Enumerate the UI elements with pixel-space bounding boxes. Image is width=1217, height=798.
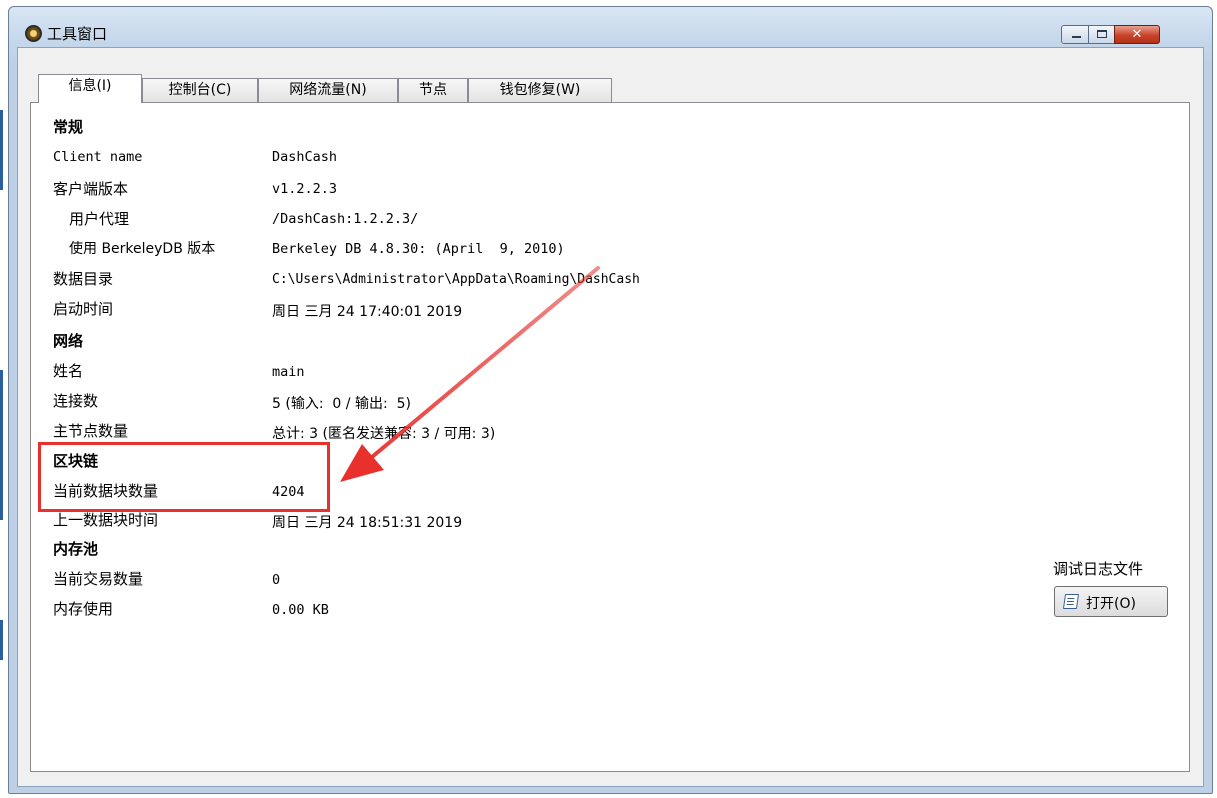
tab-info[interactable]: 信息(I) xyxy=(38,74,142,103)
annotation-arrow-icon xyxy=(340,266,600,482)
